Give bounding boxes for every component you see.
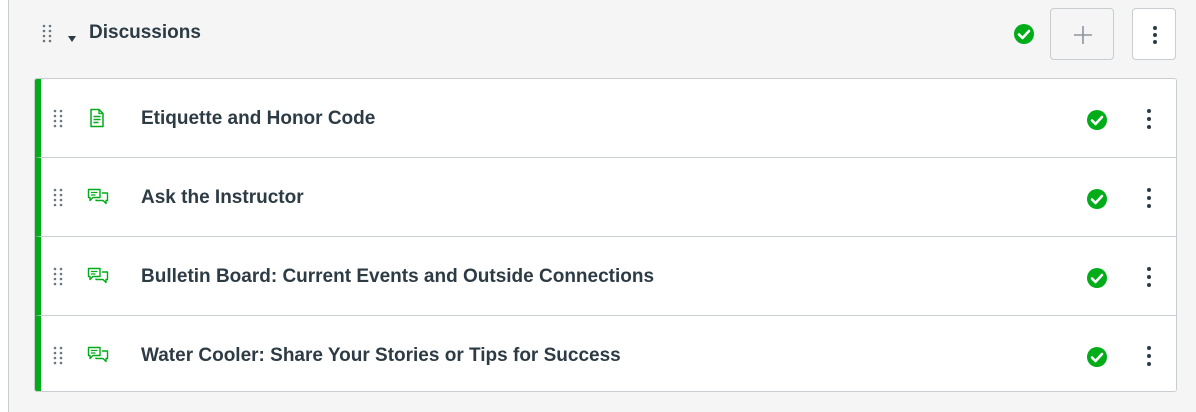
published-check-icon[interactable] — [1013, 23, 1035, 45]
list-item[interactable]: Etiquette and Honor Code — [35, 79, 1176, 158]
item-title-link[interactable]: Water Cooler: Share Your Stories or Tips… — [141, 345, 621, 367]
module: Discussions Etiquette and Honor Code Ask… — [8, 0, 1196, 412]
list-item[interactable]: Ask the Instructor — [35, 157, 1176, 236]
drag-handle-icon[interactable] — [53, 346, 63, 366]
published-check-icon[interactable] — [1086, 109, 1108, 131]
drag-handle-icon[interactable] — [53, 109, 63, 129]
item-title-link[interactable]: Etiquette and Honor Code — [141, 108, 375, 130]
module-items-list: Etiquette and Honor Code Ask the Instruc… — [34, 78, 1177, 392]
published-check-icon[interactable] — [1086, 267, 1108, 289]
item-menu-kebab-icon[interactable] — [1144, 108, 1154, 130]
item-title-link[interactable]: Bulletin Board: Current Events and Outsi… — [141, 266, 654, 288]
discussion-icon — [87, 187, 109, 207]
drag-handle-icon[interactable] — [53, 188, 63, 208]
drag-handle-icon[interactable] — [42, 24, 52, 44]
page-icon — [87, 108, 107, 128]
item-menu-kebab-icon[interactable] — [1144, 266, 1154, 288]
module-menu-button[interactable] — [1132, 8, 1176, 60]
discussion-icon — [87, 345, 109, 365]
drag-handle-icon[interactable] — [53, 267, 63, 287]
list-item[interactable]: Bulletin Board: Current Events and Outsi… — [35, 236, 1176, 315]
published-check-icon[interactable] — [1086, 188, 1108, 210]
list-item[interactable]: Water Cooler: Share Your Stories or Tips… — [35, 315, 1176, 391]
published-check-icon[interactable] — [1086, 346, 1108, 368]
collapse-caret-icon[interactable] — [67, 30, 77, 48]
item-menu-kebab-icon[interactable] — [1144, 345, 1154, 367]
kebab-icon — [1153, 26, 1157, 44]
module-header[interactable]: Discussions — [9, 0, 1196, 70]
item-menu-kebab-icon[interactable] — [1144, 187, 1154, 209]
plus-icon — [1074, 26, 1092, 44]
module-title: Discussions — [89, 22, 201, 43]
add-item-button[interactable] — [1050, 8, 1114, 60]
item-title-link[interactable]: Ask the Instructor — [141, 187, 304, 209]
discussion-icon — [87, 266, 109, 286]
